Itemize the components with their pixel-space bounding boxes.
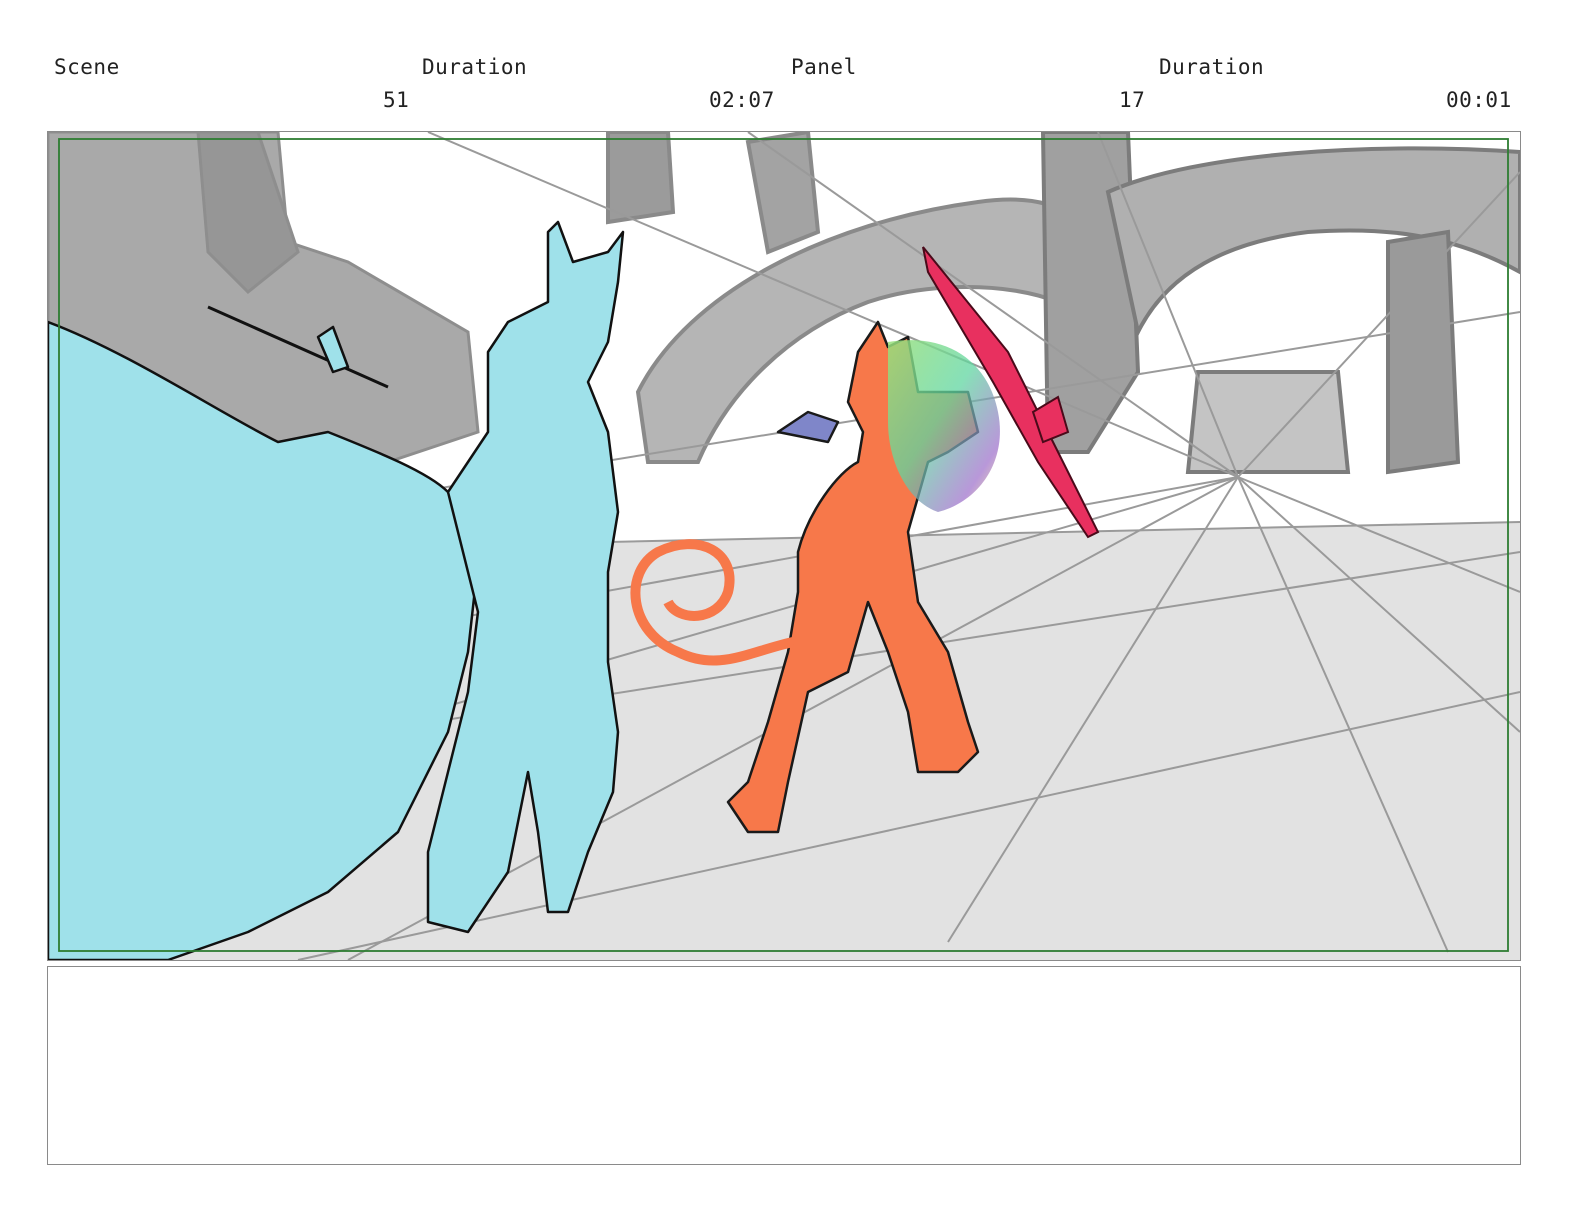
scene-duration-value: 02:07 [709,88,775,112]
storyboard-sketch [48,132,1520,960]
panel-duration-label: Duration [1159,55,1265,79]
notes-box [47,966,1521,1165]
scene-number: 51 [383,88,410,112]
scene-duration-label: Duration [422,55,528,79]
panel-number: 17 [1119,88,1146,112]
notes-text [48,967,1520,987]
panel-label: Panel [791,55,857,79]
panel-duration-value: 00:01 [1446,88,1512,112]
scene-label: Scene [54,55,120,79]
storyboard-frame [47,131,1521,961]
